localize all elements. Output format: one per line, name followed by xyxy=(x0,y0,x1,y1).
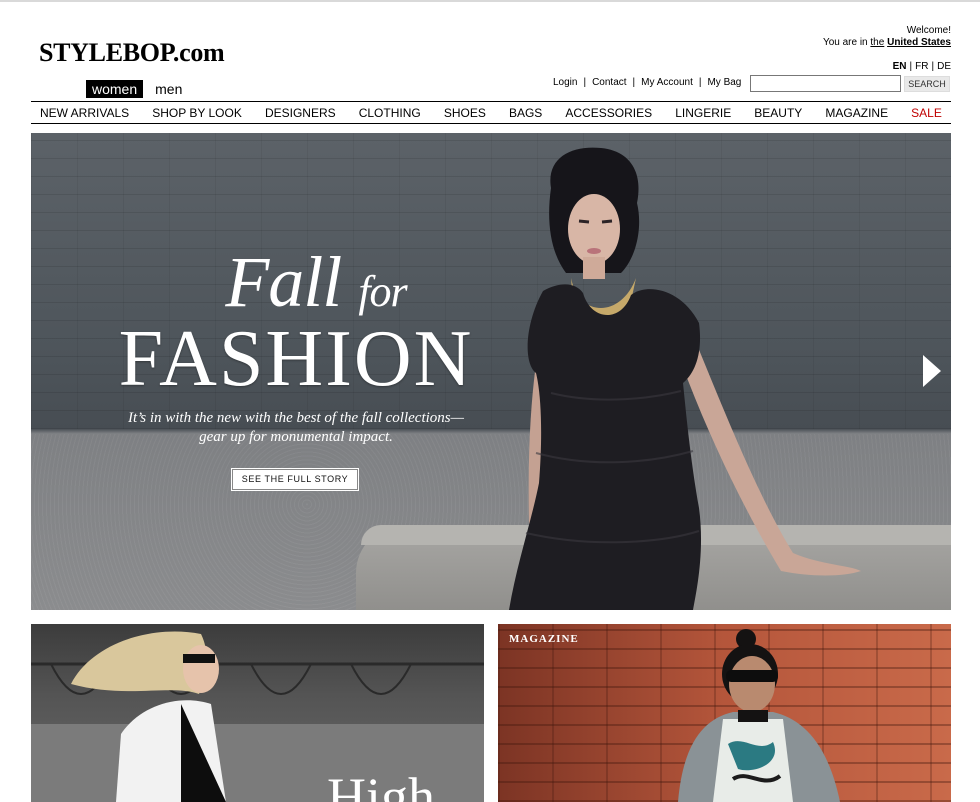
login-link[interactable]: Login xyxy=(553,77,577,88)
location-link-pre[interactable]: the xyxy=(870,37,884,48)
nav-lingerie[interactable]: LINGERIE xyxy=(675,106,731,120)
nav-designers[interactable]: DESIGNERS xyxy=(265,106,336,120)
location-country-link[interactable]: United States xyxy=(887,37,951,48)
nav-clothing[interactable]: CLOTHING xyxy=(359,106,421,120)
site-logo[interactable]: STYLEBOP.com xyxy=(39,38,225,68)
location-prefix: You are in xyxy=(822,37,871,48)
hero-tagline: It’s in with the new with the best of th… xyxy=(96,409,496,447)
headline-fall-word: Fall xyxy=(225,242,342,322)
nav-accessories[interactable]: ACCESSORIES xyxy=(565,106,652,120)
nav-beauty[interactable]: BEAUTY xyxy=(754,106,802,120)
nav-shop-by-look[interactable]: SHOP BY LOOK xyxy=(152,106,242,120)
nav-magazine[interactable]: MAGAZINE xyxy=(825,106,888,120)
my-bag-link[interactable]: My Bag xyxy=(707,77,741,88)
search-button[interactable]: SEARCH xyxy=(904,76,950,92)
headline-fashion: FASHION xyxy=(118,315,474,403)
search-input[interactable] xyxy=(750,75,901,92)
tab-women[interactable]: women xyxy=(86,80,144,98)
headline-for-word: for xyxy=(358,267,407,316)
utility-links: Login | Contact | My Account | My Bag xyxy=(553,77,742,88)
main-nav: NEW ARRIVALS SHOP BY LOOK DESIGNERS CLOT… xyxy=(31,101,951,124)
hero-tagline-line-2: gear up for monumental impact. xyxy=(199,429,393,445)
gender-switcher: women men xyxy=(86,80,182,98)
magazine-card-image xyxy=(678,629,840,802)
nav-bags[interactable]: BAGS xyxy=(509,106,542,120)
lang-en[interactable]: EN xyxy=(893,61,907,72)
hero-tagline-line-1: It’s in with the new with the best of th… xyxy=(128,410,464,426)
tab-men[interactable]: men xyxy=(155,81,182,97)
location-text: You are in the United States xyxy=(823,37,951,49)
nav-sale[interactable]: SALE xyxy=(911,106,942,120)
lang-de[interactable]: DE xyxy=(937,61,951,72)
magazine-card[interactable]: MAGAZINE xyxy=(498,624,951,802)
nav-shoes[interactable]: SHOES xyxy=(444,106,486,120)
contact-link[interactable]: Contact xyxy=(592,77,626,88)
promo-left-headline: High xyxy=(327,767,435,802)
welcome-box: Welcome! You are in the United States xyxy=(823,25,951,49)
lang-fr[interactable]: FR xyxy=(915,61,928,72)
my-account-link[interactable]: My Account xyxy=(641,77,693,88)
top-border xyxy=(0,0,980,2)
welcome-text: Welcome! xyxy=(906,25,951,36)
language-switcher: EN | FR | DE xyxy=(892,61,951,72)
hero-headline: Fall for FASHION It’s in with the new wi… xyxy=(96,245,496,447)
see-full-story-button[interactable]: SEE THE FULL STORY xyxy=(231,468,359,491)
nav-new-arrivals[interactable]: NEW ARRIVALS xyxy=(40,106,129,120)
hero-banner[interactable]: Fall for FASHION It’s in with the new wi… xyxy=(31,133,951,610)
promo-card-left[interactable]: High xyxy=(31,624,484,802)
chevron-right-icon[interactable] xyxy=(923,355,941,387)
